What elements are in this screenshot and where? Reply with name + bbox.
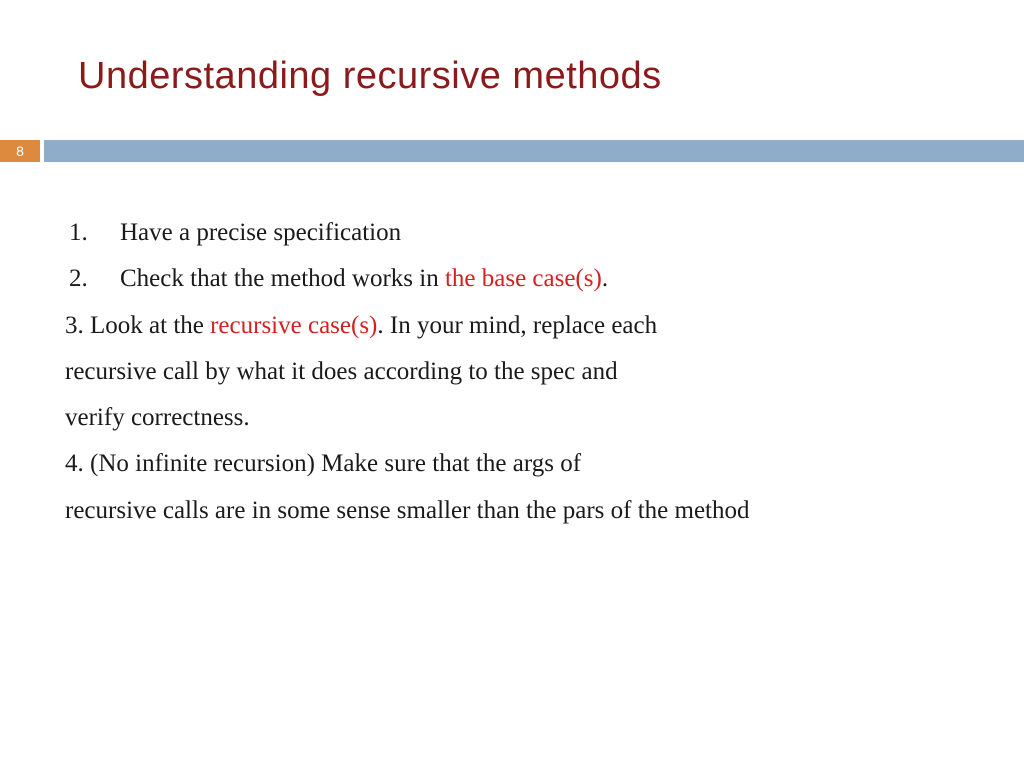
- text-segment: . In your mind, replace each: [377, 312, 657, 339]
- item-text: Check that the method works in the base …: [120, 256, 969, 302]
- list-item-3-cont: recursive call by what it does according…: [65, 349, 969, 395]
- text-segment: 3. Look at the: [65, 312, 210, 339]
- item-number: 1.: [65, 210, 120, 256]
- list-item-4-cont: recursive calls are in some sense smalle…: [65, 488, 969, 534]
- highlight-base-case: the base case(s): [445, 265, 602, 292]
- slide-title: Understanding recursive methods: [0, 0, 1024, 98]
- text-segment: Check that the method works in: [120, 265, 445, 292]
- list-item-2: 2. Check that the method works in the ba…: [65, 256, 969, 302]
- content-area: 1. Have a precise specification 2. Check…: [0, 162, 1024, 534]
- list-item-3-cont: verify correctness.: [65, 395, 969, 441]
- page-number-badge: 8: [0, 140, 40, 162]
- list-item-3: 3. Look at the recursive case(s). In you…: [65, 303, 969, 349]
- item-number: 2.: [65, 256, 120, 302]
- list-item-4: 4. (No infinite recursion) Make sure tha…: [65, 441, 969, 487]
- text-segment: .: [602, 265, 608, 292]
- highlight-recursive-case: recursive case(s): [210, 312, 377, 339]
- item-text: Have a precise specification: [120, 210, 969, 256]
- header-bar: 8: [0, 140, 1024, 162]
- list-item-1: 1. Have a precise specification: [65, 210, 969, 256]
- item-text: 3. Look at the recursive case(s). In you…: [65, 312, 657, 339]
- accent-bar: [44, 140, 1024, 162]
